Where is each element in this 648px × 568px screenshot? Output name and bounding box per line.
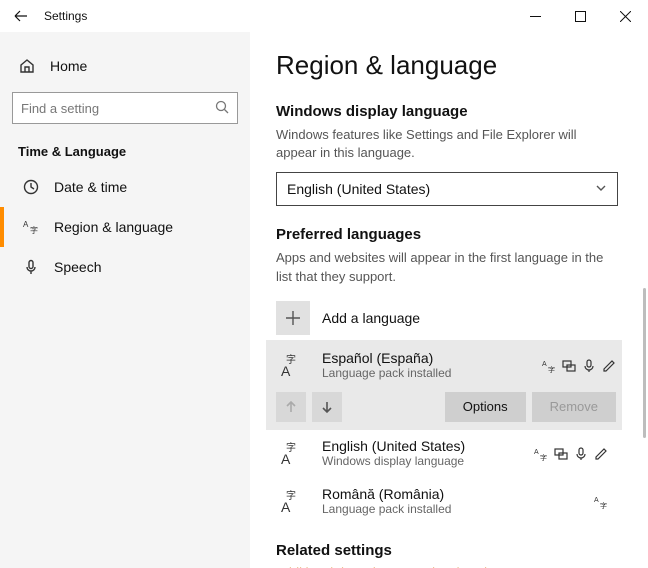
speech-icon (574, 447, 588, 461)
svg-text:A: A (281, 363, 291, 379)
display-language-dropdown[interactable]: English (United States) (276, 172, 618, 206)
options-button[interactable]: Options (445, 392, 526, 422)
svg-text:A: A (281, 499, 291, 515)
svg-text:字: 字 (30, 225, 38, 235)
language-item-selected[interactable]: 字A Español (España) Language pack instal… (266, 340, 622, 430)
nav-date-time[interactable]: Date & time (0, 167, 238, 207)
preferred-languages-desc: Apps and websites will appear in the fir… (276, 249, 618, 285)
move-up-button[interactable] (276, 392, 306, 422)
nav-item-label: Date & time (54, 179, 127, 195)
nav-category: Time & Language (12, 138, 238, 167)
svg-text:A: A (542, 361, 547, 368)
language-capabilities: A字 (534, 447, 608, 461)
text-to-speech-icon: A字 (534, 447, 548, 461)
language-sub: Language pack installed (322, 366, 451, 382)
language-sub: Windows display language (322, 454, 465, 470)
back-button[interactable] (0, 0, 40, 32)
search-input[interactable]: Find a setting (12, 92, 238, 124)
language-item[interactable]: 字A Română (România) Language pack instal… (276, 478, 618, 526)
speech-icon (582, 359, 596, 373)
language-glyph-icon: 字A (276, 436, 312, 472)
add-language-button[interactable]: Add a language (276, 296, 618, 340)
plus-icon (276, 301, 310, 335)
maximize-button[interactable] (558, 0, 603, 32)
related-settings-title: Related settings (276, 542, 618, 559)
settings-window: Settings Home Find a setting Time & Lang… (0, 0, 648, 568)
titlebar: Settings (0, 0, 648, 32)
nav-home[interactable]: Home (12, 48, 238, 84)
nav-region-language[interactable]: A字 Region & language (0, 207, 238, 247)
language-capabilities: A字 (594, 495, 608, 509)
language-name: English (United States) (322, 438, 465, 455)
move-down-button[interactable] (312, 392, 342, 422)
search-placeholder: Find a setting (21, 101, 215, 116)
nav-speech[interactable]: Speech (0, 247, 238, 287)
home-icon (18, 57, 36, 75)
dropdown-value: English (United States) (287, 181, 595, 197)
minimize-button[interactable] (513, 0, 558, 32)
chevron-down-icon (595, 181, 607, 197)
display-icon (554, 447, 568, 461)
nav-item-label: Speech (54, 259, 101, 275)
page-title: Region & language (276, 50, 618, 81)
svg-text:A: A (594, 497, 599, 504)
nav-home-label: Home (50, 58, 87, 74)
svg-text:字: 字 (600, 501, 607, 509)
microphone-icon (22, 258, 40, 276)
close-button[interactable] (603, 0, 648, 32)
language-sub: Language pack installed (322, 502, 451, 518)
scrollbar[interactable] (643, 288, 646, 438)
language-glyph-icon: 字A (276, 484, 312, 520)
search-icon (215, 100, 229, 117)
display-language-title: Windows display language (276, 103, 618, 120)
text-to-speech-icon: A字 (542, 359, 556, 373)
add-language-label: Add a language (322, 310, 420, 326)
svg-text:A: A (534, 449, 539, 456)
svg-text:字: 字 (540, 453, 547, 461)
handwriting-icon (602, 359, 616, 373)
nav-item-label: Region & language (54, 219, 173, 235)
main-content: Region & language Windows display langua… (250, 32, 648, 568)
language-glyph-icon: 字A (276, 348, 312, 384)
display-icon (562, 359, 576, 373)
language-name: Română (România) (322, 486, 451, 503)
remove-button[interactable]: Remove (532, 392, 616, 422)
language-capabilities: A字 (542, 359, 616, 373)
clock-icon (22, 178, 40, 196)
language-name: Español (España) (322, 350, 451, 367)
language-item[interactable]: 字A English (United States) Windows displ… (276, 430, 618, 478)
svg-text:A: A (281, 451, 291, 467)
svg-text:字: 字 (548, 365, 555, 373)
text-to-speech-icon: A字 (594, 495, 608, 509)
language-icon: A字 (22, 218, 40, 236)
preferred-languages-title: Preferred languages (276, 226, 618, 243)
window-title: Settings (40, 9, 87, 23)
handwriting-icon (594, 447, 608, 461)
svg-text:A: A (23, 220, 29, 229)
sidebar: Home Find a setting Time & Language Date… (0, 32, 250, 568)
display-language-desc: Windows features like Settings and File … (276, 126, 618, 162)
